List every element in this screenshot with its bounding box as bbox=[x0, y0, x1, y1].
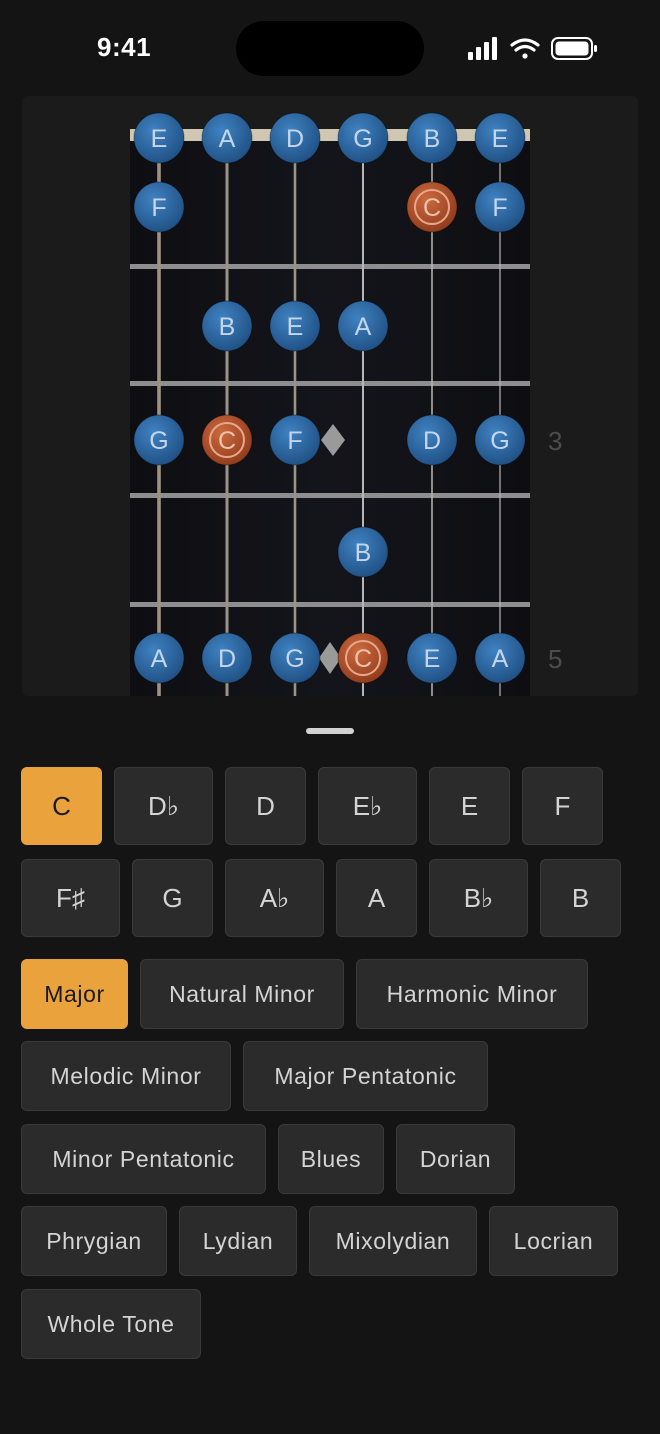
scale-button-whole-tone[interactable]: Whole Tone bbox=[21, 1289, 201, 1359]
fret-number: 3 bbox=[548, 426, 563, 456]
note-label: F bbox=[287, 427, 302, 455]
note-marker: F bbox=[474, 181, 526, 233]
note-marker: A bbox=[337, 300, 389, 352]
fretboard-wood bbox=[130, 136, 530, 696]
note-label: A bbox=[492, 645, 509, 673]
scale-button-minor-pentatonic[interactable]: Minor Pentatonic bbox=[21, 1124, 266, 1194]
note-label: B bbox=[219, 313, 236, 341]
note-label: F bbox=[151, 194, 166, 222]
note-label: C bbox=[218, 427, 236, 455]
note-label: G bbox=[353, 125, 372, 153]
note-label: C bbox=[354, 645, 372, 673]
note-marker: A bbox=[474, 632, 526, 684]
fret-1 bbox=[130, 264, 530, 269]
scale-button-phrygian[interactable]: Phrygian bbox=[21, 1206, 167, 1276]
key-button-e-flat[interactable]: E♭ bbox=[318, 767, 417, 845]
note-marker: F bbox=[133, 181, 185, 233]
fret-3 bbox=[130, 493, 530, 498]
note-label: G bbox=[285, 645, 304, 673]
note-marker: A bbox=[133, 632, 185, 684]
root-note-marker: C bbox=[406, 181, 458, 233]
fret-2 bbox=[130, 381, 530, 386]
note-label: B bbox=[355, 539, 372, 567]
note-marker: E bbox=[474, 112, 526, 164]
dynamic-island bbox=[236, 21, 424, 76]
note-marker: G bbox=[269, 632, 321, 684]
note-marker: E bbox=[406, 632, 458, 684]
key-button-b-flat[interactable]: B♭ bbox=[429, 859, 528, 937]
wifi-icon bbox=[510, 38, 540, 59]
note-marker: B bbox=[337, 526, 389, 578]
key-button-e[interactable]: E bbox=[429, 767, 510, 845]
note-label: A bbox=[151, 645, 168, 673]
key-button-d-flat[interactable]: D♭ bbox=[114, 767, 213, 845]
root-note-marker: C bbox=[337, 632, 389, 684]
fretboard-panel: E A D G B E F C F B E A G C F D G B A D G C E A 3 5 bbox=[22, 96, 638, 696]
scale-button-blues[interactable]: Blues bbox=[278, 1124, 384, 1194]
scale-button-mixolydian[interactable]: Mixolydian bbox=[309, 1206, 477, 1276]
status-time: 9:41 bbox=[97, 32, 152, 62]
note-label: B bbox=[424, 125, 441, 153]
note-label: G bbox=[149, 427, 168, 455]
note-marker: E bbox=[133, 112, 185, 164]
status-bar: 9:41 bbox=[0, 0, 660, 96]
note-marker: G bbox=[337, 112, 389, 164]
note-label: A bbox=[355, 313, 372, 341]
scale-button-natural-minor[interactable]: Natural Minor bbox=[140, 959, 344, 1029]
note-label: E bbox=[287, 313, 304, 341]
note-marker: D bbox=[201, 632, 253, 684]
note-marker: G bbox=[474, 414, 526, 466]
key-button-b[interactable]: B bbox=[540, 859, 621, 937]
fretboard[interactable]: E A D G B E F C F B E A G C F D G B A D G C E A bbox=[22, 96, 638, 696]
note-label: C bbox=[423, 194, 441, 222]
scale-button-dorian[interactable]: Dorian bbox=[396, 1124, 515, 1194]
fret-number: 5 bbox=[548, 644, 563, 674]
key-button-d[interactable]: D bbox=[225, 767, 306, 845]
scale-button-locrian[interactable]: Locrian bbox=[489, 1206, 618, 1276]
note-label: A bbox=[219, 125, 236, 153]
nut bbox=[130, 129, 530, 141]
note-marker: D bbox=[406, 414, 458, 466]
note-label: D bbox=[423, 427, 441, 455]
key-button-a-flat[interactable]: A♭ bbox=[225, 859, 324, 937]
note-label: G bbox=[490, 427, 509, 455]
key-button-f[interactable]: F bbox=[522, 767, 603, 845]
key-button-a[interactable]: A bbox=[336, 859, 417, 937]
root-note-marker: C bbox=[201, 414, 253, 466]
note-marker: E bbox=[269, 300, 321, 352]
note-marker: G bbox=[133, 414, 185, 466]
fret-4 bbox=[130, 602, 530, 607]
note-marker: B bbox=[201, 300, 253, 352]
scale-button-melodic-minor[interactable]: Melodic Minor bbox=[21, 1041, 231, 1111]
note-label: E bbox=[424, 645, 441, 673]
battery-icon bbox=[551, 37, 597, 60]
note-label: F bbox=[492, 194, 507, 222]
scale-button-lydian[interactable]: Lydian bbox=[179, 1206, 297, 1276]
scale-button-major[interactable]: Major bbox=[21, 959, 128, 1029]
cellular-signal-icon bbox=[468, 37, 497, 60]
key-button-c[interactable]: C bbox=[21, 767, 102, 845]
scale-button-major-pentatonic[interactable]: Major Pentatonic bbox=[243, 1041, 488, 1111]
note-label: E bbox=[492, 125, 509, 153]
note-marker: A bbox=[201, 112, 253, 164]
status-icons bbox=[468, 37, 597, 60]
note-label: E bbox=[151, 125, 168, 153]
key-button-f-sharp[interactable]: F♯ bbox=[21, 859, 120, 937]
note-label: D bbox=[218, 645, 236, 673]
note-marker: B bbox=[406, 112, 458, 164]
note-marker: F bbox=[269, 414, 321, 466]
scale-button-harmonic-minor[interactable]: Harmonic Minor bbox=[356, 959, 588, 1029]
sheet-grabber[interactable] bbox=[306, 728, 354, 734]
key-button-g[interactable]: G bbox=[132, 859, 213, 937]
note-marker: D bbox=[269, 112, 321, 164]
note-label: D bbox=[286, 125, 304, 153]
